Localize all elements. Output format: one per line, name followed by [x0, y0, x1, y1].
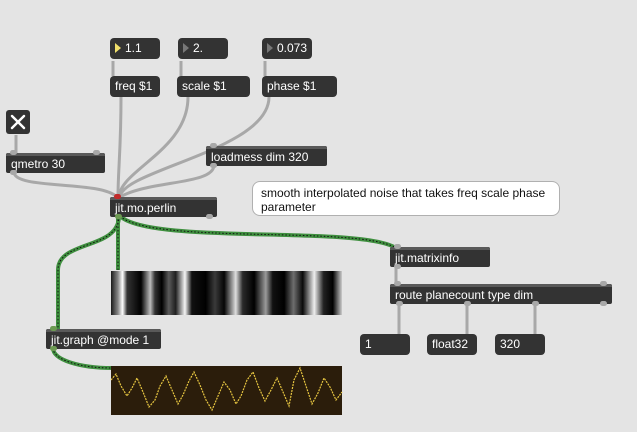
patch-canvas	[12, 61, 537, 415]
comment-text: smooth interpolated noise that takes fre…	[261, 186, 546, 214]
object-qmetro[interactable]: qmetro 30	[6, 153, 105, 173]
outlet-matrixinfo[interactable]	[394, 264, 401, 269]
message-label: 320	[500, 337, 521, 351]
inlet-jit-graph[interactable]	[50, 326, 57, 331]
object-route[interactable]: route planecount type dim	[390, 284, 612, 304]
object-label: loadmess dim 320	[211, 150, 309, 164]
message-planecount-out[interactable]: 1	[360, 334, 410, 355]
object-label: jit.mo.perlin	[115, 201, 177, 215]
message-freq[interactable]: freq $1	[110, 76, 160, 97]
object-jit-matrixinfo[interactable]: jit.matrixinfo	[390, 247, 490, 267]
outlet-route-2[interactable]	[464, 301, 471, 306]
inlet-route-right[interactable]	[600, 281, 607, 286]
message-label: scale $1	[182, 79, 227, 93]
message-phase[interactable]: phase $1	[262, 76, 337, 97]
number-arrow-icon	[183, 43, 189, 53]
object-loadmess[interactable]: loadmess dim 320	[206, 146, 327, 166]
message-scale[interactable]: scale $1	[177, 76, 250, 97]
outlet-jit-graph[interactable]	[50, 346, 57, 351]
message-label: freq $1	[115, 79, 153, 93]
inlet-qmetro-right[interactable]	[93, 150, 100, 155]
number-box-value: 1.1	[125, 41, 142, 55]
message-label: 1	[365, 337, 372, 351]
toggle-x-icon	[10, 114, 26, 130]
inlet-perlin-left[interactable]	[114, 194, 121, 199]
number-box-value: 2.	[193, 41, 204, 55]
message-dim-out[interactable]: 320	[495, 334, 545, 355]
toggle-button[interactable]	[6, 110, 30, 134]
outlet-qmetro[interactable]	[10, 170, 17, 175]
message-label: float32	[432, 337, 469, 351]
outlet-route-1[interactable]	[396, 301, 403, 306]
outlet-loadmess[interactable]	[210, 163, 217, 168]
message-type-out[interactable]: float32	[427, 334, 477, 355]
object-jit-graph[interactable]: jit.graph @mode 1	[46, 329, 161, 349]
cord-perlin-matrixinfo[interactable]	[118, 214, 398, 250]
inlet-matrixinfo[interactable]	[394, 244, 401, 249]
cord-qmetro-perlin[interactable]	[12, 171, 119, 199]
cord-freq-perlin[interactable]	[116, 96, 123, 198]
number-arrow-icon	[115, 43, 121, 53]
number-box-freq[interactable]: 1.1	[110, 38, 160, 59]
outlet-perlin-right[interactable]	[206, 214, 213, 219]
outlet-route-3[interactable]	[532, 301, 539, 306]
inlet-qmetro-left[interactable]	[10, 150, 17, 155]
object-jit-mo-perlin[interactable]: jit.mo.perlin	[110, 197, 217, 217]
comment-perlin-description[interactable]: smooth interpolated noise that takes fre…	[252, 181, 560, 216]
inlet-route-left[interactable]	[394, 281, 401, 286]
object-label: route planecount type dim	[395, 288, 534, 302]
number-arrow-icon	[267, 43, 273, 53]
number-box-phase[interactable]: 0.073	[262, 38, 312, 59]
matrix-display-noise	[111, 271, 342, 315]
outlet-perlin-matrix[interactable]	[115, 214, 122, 219]
object-label: jit.graph @mode 1	[51, 333, 150, 347]
number-box-scale[interactable]: 2.	[178, 38, 228, 59]
object-label: jit.matrixinfo	[395, 251, 460, 265]
message-label: phase $1	[267, 79, 317, 93]
cord-perlin-graph[interactable]	[56, 215, 121, 330]
object-label: qmetro 30	[11, 157, 66, 171]
inlet-loadmess[interactable]	[210, 143, 217, 148]
number-box-value: 0.073	[277, 41, 308, 55]
outlet-route-4[interactable]	[600, 301, 607, 306]
